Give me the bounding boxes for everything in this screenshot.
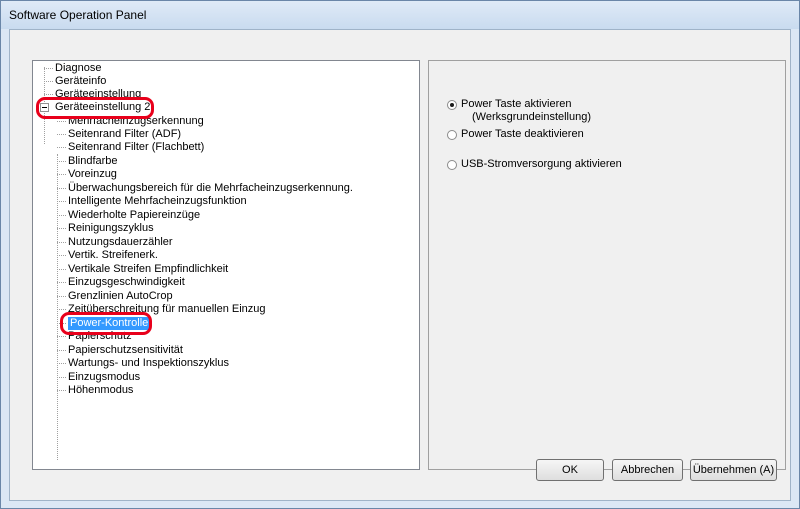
radio-button[interactable] [447,160,457,170]
tree-item-vertik-streifenerk[interactable]: Vertik. Streifenerk. [68,249,158,262]
tree-connector [57,161,66,162]
tree-connector [57,242,66,243]
apply-button[interactable]: Übernehmen (A) [690,459,777,481]
tree-item-geraeteeinstellung[interactable]: Geräteeinstellung [55,88,141,101]
title-bar[interactable]: Software Operation Panel [1,1,799,29]
window-client-area: Diagnose Geräteinfo Geräteeinstellung Ge… [9,29,791,501]
tree-item-papierschutz[interactable]: Papierschutz [68,330,132,343]
tree-item-wiederholte-papiereinzuege[interactable]: Wiederholte Papiereinzüge [68,209,200,222]
tree-connector [57,188,66,189]
power-options-panel: Power Taste aktivieren (Werksgrundeinste… [428,60,786,470]
tree-connector [57,174,66,175]
tree-item-seitenrand-adf[interactable]: Seitenrand Filter (ADF) [68,128,181,141]
tree-item-nutzungsdauerzaehler[interactable]: Nutzungsdauerzähler [68,236,173,249]
radio-label: USB-Stromversorgung aktivieren [461,158,622,170]
tree-item-einzugsmodus[interactable]: Einzugsmodus [68,371,140,384]
tree-connector [57,147,66,148]
radio-label-note: (Werksgrundeinstellung) [472,111,592,123]
collapse-icon[interactable] [40,103,49,112]
tree-item-seitenrand-flachbett[interactable]: Seitenrand Filter (Flachbett) [68,141,204,154]
tree-connector [57,363,66,364]
tree-connector [44,81,53,82]
radio-button[interactable] [447,100,457,110]
tree-connector [57,215,66,216]
tree-item-blindfarbe[interactable]: Blindfarbe [68,155,118,168]
tree-connector [57,228,66,229]
tree-connector [44,94,53,95]
ok-button[interactable]: OK [536,459,604,481]
tree-connector [57,201,66,202]
tree-item-reinigungszyklus[interactable]: Reinigungszyklus [68,222,154,235]
tree-item-papierschutzsensitivitaet[interactable]: Papierschutzsensitivität [68,344,183,357]
radio-button[interactable] [447,130,457,140]
tree-connector [57,296,66,297]
tree-item-hoehenmodus[interactable]: Höhenmodus [68,384,133,397]
tree-connector [44,68,53,69]
tree-item-diagnose[interactable]: Diagnose [55,62,101,75]
tree-connector [57,336,66,337]
tree-item-intelligente-mehrfacheinzug[interactable]: Intelligente Mehrfacheinzugsfunktion [68,195,247,208]
radio-label: Power Taste aktivieren [461,98,572,110]
cancel-button[interactable]: Abbrechen [612,459,683,481]
tree-connector [57,154,58,460]
tree-item-geraeteinfo[interactable]: Geräteinfo [55,75,106,88]
tree-item-wartungszyklus[interactable]: Wartungs- und Inspektionszyklus [68,357,229,370]
window: Software Operation Panel Diagnose Geräte… [0,0,800,509]
tree-connector [57,323,66,324]
settings-tree[interactable]: Diagnose Geräteinfo Geräteeinstellung Ge… [32,60,420,470]
tree-item-einzugsgeschwindigkeit[interactable]: Einzugsgeschwindigkeit [68,276,185,289]
tree-item-vertikale-streifen-empfindlichkeit[interactable]: Vertikale Streifen Empfindlichkeit [68,263,228,276]
tree-connector [57,134,66,135]
tree-connector [57,121,66,122]
tree-connector [57,350,66,351]
tree-connector [57,269,66,270]
tree-item-voreinzug[interactable]: Voreinzug [68,168,117,181]
tree-item-ueberwachungsbereich[interactable]: Überwachungsbereich für die Mehrfacheinz… [68,182,353,195]
tree-item-power-kontrolle[interactable]: Power-Kontrolle [68,317,151,330]
tree-item-geraeteeinstellung-2[interactable]: Geräteeinstellung 2 [55,101,150,114]
window-title: Software Operation Panel [9,8,147,22]
tree-item-mehrfacheinzugserkennung[interactable]: Mehrfacheinzugserkennung [68,115,204,128]
radio-label: Power Taste deaktivieren [461,128,584,140]
tree-item-grenzlinien-autocrop[interactable]: Grenzlinien AutoCrop [68,290,173,303]
tree-connector [57,390,66,391]
tree-connector [57,377,66,378]
tree-connector [57,309,66,310]
tree-connector [57,255,66,256]
tree-connector [57,282,66,283]
tree-item-zeitueberschreitung[interactable]: Zeitüberschreitung für manuellen Einzug [68,303,266,316]
